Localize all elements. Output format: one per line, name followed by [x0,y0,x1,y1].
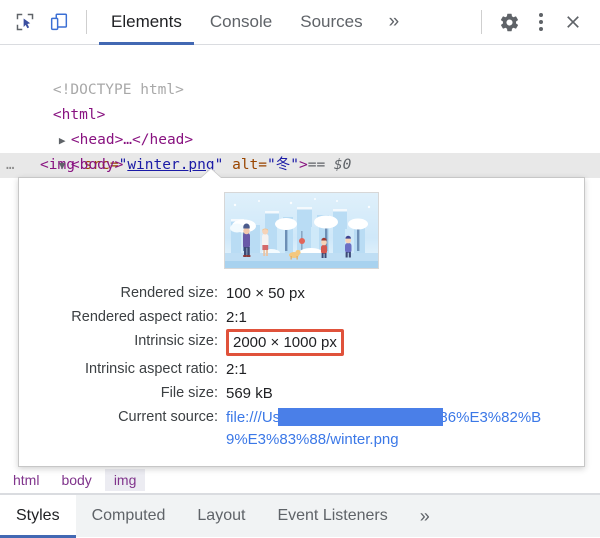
toolbar-right-group [471,7,600,37]
gear-icon[interactable] [492,7,526,37]
prop-label-rendered-aspect-ratio: Rendered aspect ratio: [71,309,218,325]
dom-line-head[interactable]: ▶ <head>…</head> [0,103,600,148]
img-tag-close: > [298,157,308,173]
prop-row-rendered-size: Rendered size: 100 × 50 px [19,283,584,304]
illustration-art [225,198,378,268]
panel-tabs: Elements Console Sources » [97,0,411,45]
device-toolbar-icon-glyph [50,13,68,31]
image-properties-list: Rendered size: 100 × 50 px Rendered aspe… [19,283,584,451]
dom-line-html[interactable]: <html> [0,78,600,123]
thumbnail-container [19,192,584,269]
prop-label-file-size: File size: [160,385,218,401]
chevron-down-icon[interactable]: ▼ [59,153,71,178]
tab-console-label: Console [209,12,273,31]
sidebar-panel-tabs: Styles Computed Layout Event Listeners » [0,494,600,538]
prop-row-intrinsic-aspect-ratio: Intrinsic aspect ratio: 2:1 [19,359,584,380]
prop-row-file-size: File size: 569 kB [19,383,584,404]
tab-console[interactable]: Console [196,0,286,45]
breadcrumb-item-body[interactable]: body [52,469,100,491]
dom-line-doctype[interactable]: <!DOCTYPE html> [0,53,600,98]
console-ref-label: == $0 [307,157,352,173]
devtools-toolbar: Elements Console Sources » [0,0,600,45]
tab-layout-label: Layout [197,507,246,524]
gear-icon-glyph [500,13,518,31]
kebab-dot-1 [539,13,543,17]
prop-label-intrinsic-size: Intrinsic size: [134,333,218,349]
image-preview-tooltip: Rendered size: 100 × 50 px Rendered aspe… [18,169,585,467]
prop-label-rendered-size: Rendered size: [120,285,218,301]
inspect-cursor-icon[interactable] [8,7,42,37]
breadcrumb-item-img[interactable]: img [104,468,146,491]
prop-value-rendered-aspect-ratio: 2:1 [226,309,247,326]
close-icon-glyph [567,16,579,28]
tab-sources[interactable]: Sources [286,0,376,45]
tab-event-listeners-label: Event Listeners [277,507,388,524]
img-alt-attr-value: "冬" [267,157,299,173]
breadcrumb-item-img-label: img [113,471,137,488]
close-icon[interactable] [556,7,590,37]
tab-elements-label: Elements [111,12,182,31]
breadcrumb-item-html[interactable]: html [4,469,48,491]
prop-row-intrinsic-size: Intrinsic size: 2000 × 1000 px [19,329,584,356]
tab-layout[interactable]: Layout [181,495,261,538]
tooltip-arrow [201,169,221,178]
winter-city-illustration [224,192,379,269]
img-alt-attr-name: alt= [223,157,268,173]
inspect-cursor-icon-glyph [16,13,34,31]
prop-value-intrinsic-aspect-ratio: 2:1 [226,361,247,378]
prop-label-current-source: Current source: [118,409,218,425]
prop-value-current-source[interactable]: file:///Users/Desktop/%E3%83%86%E3%82%B9… [226,407,561,451]
tab-event-listeners[interactable]: Event Listeners [261,495,403,538]
toolbar-divider-right [481,10,482,34]
more-sidebar-tabs-button[interactable]: » [404,495,446,538]
more-tabs-button[interactable]: » [377,0,412,45]
prop-value-rendered-size: 100 × 50 px [226,285,305,302]
breadcrumb: html body img [0,466,600,494]
prop-row-current-source: Current source: file:///Users/Desktop/%E… [19,407,584,451]
more-sidebar-tabs-label: » [419,505,430,526]
tab-elements[interactable]: Elements [97,0,196,45]
body-tag-text: <body> [70,157,124,173]
tab-styles-label: Styles [16,507,60,524]
prop-value-intrinsic-size: 2000 × 1000 px [226,329,344,356]
breadcrumb-item-html-label: html [13,471,40,488]
device-toolbar-icon[interactable] [42,7,76,37]
kebab-dot-3 [539,27,543,31]
toolbar-divider-left [86,10,87,34]
dom-line-body[interactable]: ▼ <body> [0,128,600,173]
redaction-bar [278,408,443,426]
tab-styles[interactable]: Styles [0,494,76,538]
prop-row-rendered-aspect-ratio: Rendered aspect ratio: 2:1 [19,307,584,328]
breadcrumb-item-body-label: body [61,471,92,488]
more-tabs-label: » [388,11,400,32]
tab-sources-label: Sources [300,12,363,31]
prop-value-file-size: 569 kB [226,385,273,402]
tab-computed[interactable]: Computed [76,495,182,538]
kebab-menu-icon[interactable] [526,7,556,37]
kebab-dot-2 [539,20,543,24]
prop-label-intrinsic-aspect-ratio: Intrinsic aspect ratio: [85,361,218,377]
tab-computed-label: Computed [91,507,166,524]
